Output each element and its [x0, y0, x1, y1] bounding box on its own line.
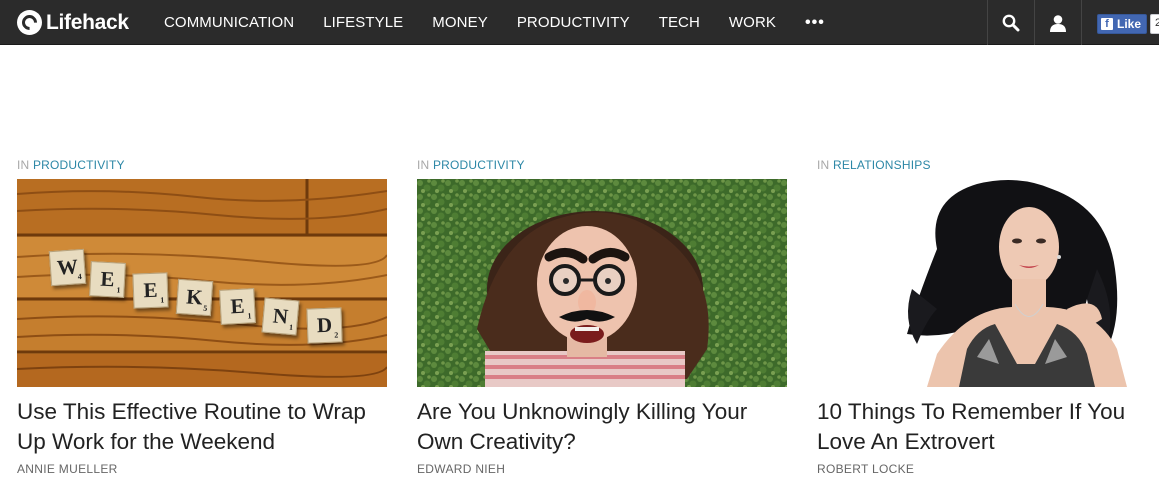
more-menu-icon[interactable]: •••	[805, 0, 825, 45]
category-link[interactable]: PRODUCTIVITY	[433, 158, 525, 172]
category-prefix: IN	[817, 158, 830, 172]
logo-text: Lifehack	[46, 10, 129, 34]
category-link[interactable]: RELATIONSHIPS	[833, 158, 931, 172]
article-title[interactable]: 10 Things To Remember If You Love An Ext…	[817, 397, 1159, 457]
search-button[interactable]	[987, 0, 1034, 45]
scrabble-tile: N1	[261, 297, 300, 336]
facebook-like-widget: f Like 2	[1081, 0, 1159, 45]
article-card: IN PRODUCTIVITY Are You Unknowingly Kill…	[417, 158, 787, 476]
article-category: IN PRODUCTIVITY	[17, 158, 387, 172]
scrabble-tile: E1	[89, 261, 126, 298]
scrabble-tile: E1	[219, 288, 256, 325]
scrabble-tile: D2	[306, 307, 343, 344]
facebook-like-button[interactable]: f Like	[1097, 14, 1148, 34]
article-author[interactable]: ANNIE MUELLER	[17, 462, 118, 476]
account-button[interactable]	[1034, 0, 1081, 45]
category-prefix: IN	[417, 158, 430, 172]
article-category: IN RELATIONSHIPS	[817, 158, 1159, 172]
article-title[interactable]: Use This Effective Routine to Wrap Up Wo…	[17, 397, 387, 457]
menu-item-lifestyle[interactable]: LIFESTYLE	[323, 14, 403, 31]
menu-item-communication[interactable]: COMMUNICATION	[164, 14, 294, 31]
main-menu: COMMUNICATION LIFESTYLE MONEY PRODUCTIVI…	[164, 0, 825, 45]
article-author[interactable]: ROBERT LOCKE	[817, 462, 914, 476]
article-category: IN PRODUCTIVITY	[417, 158, 787, 172]
article-card: IN PRODUCTIVITY W4 E1 E1 K5 E1 N1 D2 Use…	[17, 158, 387, 476]
article-author[interactable]: EDWARD NIEH	[417, 462, 505, 476]
search-icon	[1002, 14, 1020, 31]
article-title[interactable]: Are You Unknowingly Killing Your Own Cre…	[417, 397, 787, 457]
menu-item-productivity[interactable]: PRODUCTIVITY	[517, 14, 630, 31]
woman-disguise-image	[417, 179, 787, 387]
facebook-icon: f	[1101, 18, 1113, 30]
article-thumbnail[interactable]: W4 E1 E1 K5 E1 N1 D2	[17, 179, 387, 387]
scrabble-tile: E1	[132, 272, 169, 309]
article-thumbnail[interactable]	[417, 179, 787, 387]
scrabble-tile: W4	[48, 248, 87, 287]
portrait-image	[817, 179, 1159, 387]
menu-item-money[interactable]: MONEY	[432, 14, 488, 31]
logo-mark-icon	[17, 10, 42, 35]
top-navigation-bar: Lifehack COMMUNICATION LIFESTYLE MONEY P…	[0, 0, 1159, 45]
scrabble-tile: K5	[175, 278, 214, 317]
facebook-like-count: 2	[1150, 14, 1159, 34]
category-link[interactable]: PRODUCTIVITY	[33, 158, 125, 172]
menu-item-tech[interactable]: TECH	[659, 14, 700, 31]
article-thumbnail[interactable]	[817, 179, 1159, 387]
article-card: IN RELATIONSHIPS 10 Things To Remember I…	[817, 158, 1159, 476]
lifehack-logo[interactable]: Lifehack	[17, 9, 129, 36]
nav-actions: f Like 2	[987, 0, 1159, 45]
category-prefix: IN	[17, 158, 30, 172]
user-icon	[1050, 14, 1066, 32]
facebook-like-label: Like	[1117, 17, 1142, 31]
menu-item-work[interactable]: WORK	[729, 14, 776, 31]
